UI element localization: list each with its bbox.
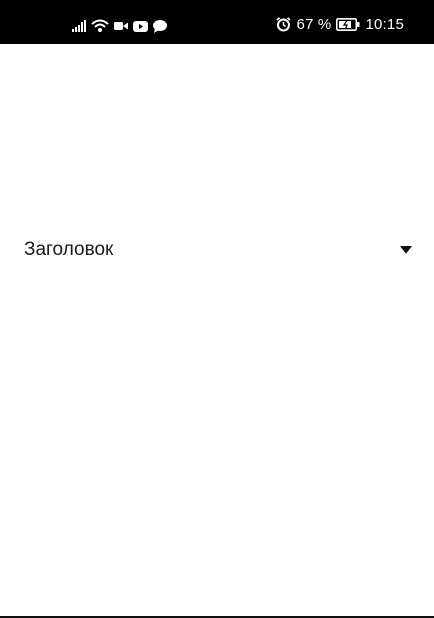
video-call-icon bbox=[114, 21, 128, 31]
battery-percent: 67 % bbox=[296, 15, 332, 33]
status-icons-left bbox=[72, 17, 167, 35]
collapsible-header[interactable]: Заголовок bbox=[24, 232, 412, 268]
main-content: Заголовок bbox=[0, 44, 434, 617]
alarm-icon bbox=[276, 16, 292, 32]
caret-down-icon[interactable] bbox=[400, 246, 412, 254]
youtube-icon bbox=[133, 20, 148, 32]
signal-icon bbox=[72, 20, 86, 32]
status-bar: 67 % 10:15 bbox=[0, 0, 434, 44]
screen: 67 % 10:15 Заголовок bbox=[0, 0, 434, 618]
status-icons-right: 67 % 10:15 bbox=[276, 14, 404, 34]
clock-time: 10:15 bbox=[365, 15, 404, 33]
wifi-icon bbox=[91, 19, 109, 33]
header-title: Заголовок bbox=[24, 239, 114, 260]
battery-charging-icon bbox=[336, 17, 360, 31]
message-icon bbox=[153, 19, 167, 33]
